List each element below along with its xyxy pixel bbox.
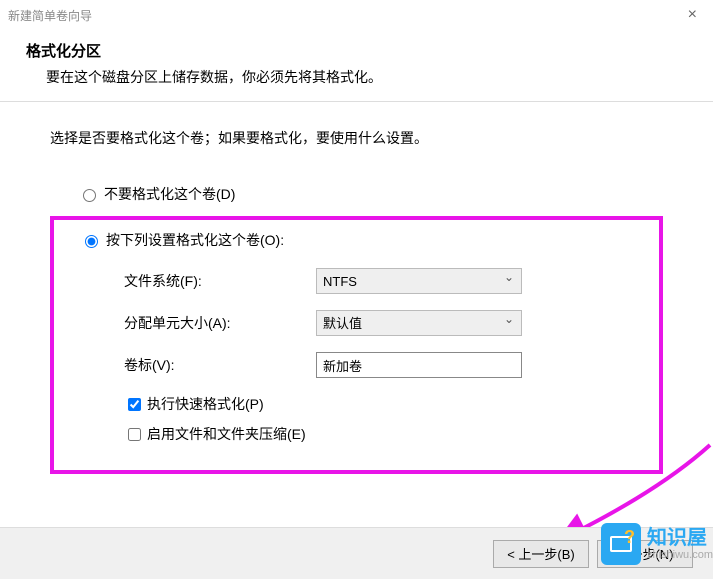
- wizard-content: 选择是否要格式化这个卷；如果要格式化，要使用什么设置。 不要格式化这个卷(D) …: [0, 102, 713, 484]
- page-title: 格式化分区: [26, 40, 687, 61]
- checkbox-quick-format-label: 执行快速格式化(P): [147, 394, 264, 414]
- row-volume-label: 卷标(V):: [66, 352, 647, 378]
- highlight-box: 按下列设置格式化这个卷(O): 文件系统(F): NTFS 分配单元大小(A):…: [50, 216, 663, 474]
- select-allocation[interactable]: 默认值: [316, 310, 522, 336]
- label-allocation: 分配单元大小(A):: [124, 313, 316, 333]
- checkbox-quick-format[interactable]: 执行快速格式化(P): [66, 394, 647, 414]
- radio-do-format-input[interactable]: [85, 235, 98, 248]
- radio-do-format-label: 按下列设置格式化这个卷(O):: [106, 230, 284, 250]
- titlebar: 新建简单卷向导 ×: [0, 0, 713, 30]
- close-icon[interactable]: ×: [680, 6, 705, 24]
- radio-do-format[interactable]: 按下列设置格式化这个卷(O):: [66, 230, 647, 250]
- watermark-url: zhishiwu.com: [647, 549, 713, 561]
- checkbox-quick-format-input[interactable]: [128, 398, 141, 411]
- select-filesystem[interactable]: NTFS: [316, 268, 522, 294]
- watermark: ? 知识屋 zhishiwu.com: [601, 523, 713, 565]
- instruction-text: 选择是否要格式化这个卷；如果要格式化，要使用什么设置。: [50, 128, 663, 148]
- label-filesystem: 文件系统(F):: [124, 271, 316, 291]
- window-title: 新建简单卷向导: [8, 7, 680, 24]
- input-volume-label[interactable]: [316, 352, 522, 378]
- watermark-icon: ?: [601, 523, 641, 565]
- back-button[interactable]: < 上一步(B): [493, 540, 589, 568]
- radio-no-format-label: 不要格式化这个卷(D): [104, 184, 235, 204]
- row-filesystem: 文件系统(F): NTFS: [66, 268, 647, 294]
- checkbox-compression[interactable]: 启用文件和文件夹压缩(E): [66, 424, 647, 444]
- row-allocation: 分配单元大小(A): 默认值: [66, 310, 647, 336]
- label-volume: 卷标(V):: [124, 355, 316, 375]
- checkbox-compression-input[interactable]: [128, 428, 141, 441]
- radio-no-format[interactable]: 不要格式化这个卷(D): [50, 184, 663, 204]
- radio-no-format-input[interactable]: [83, 189, 96, 202]
- wizard-header: 格式化分区 要在这个磁盘分区上储存数据，你必须先将其格式化。: [0, 30, 713, 101]
- checkbox-compression-label: 启用文件和文件夹压缩(E): [147, 424, 306, 444]
- page-subtitle: 要在这个磁盘分区上储存数据，你必须先将其格式化。: [26, 67, 687, 87]
- watermark-title: 知识屋: [647, 527, 713, 549]
